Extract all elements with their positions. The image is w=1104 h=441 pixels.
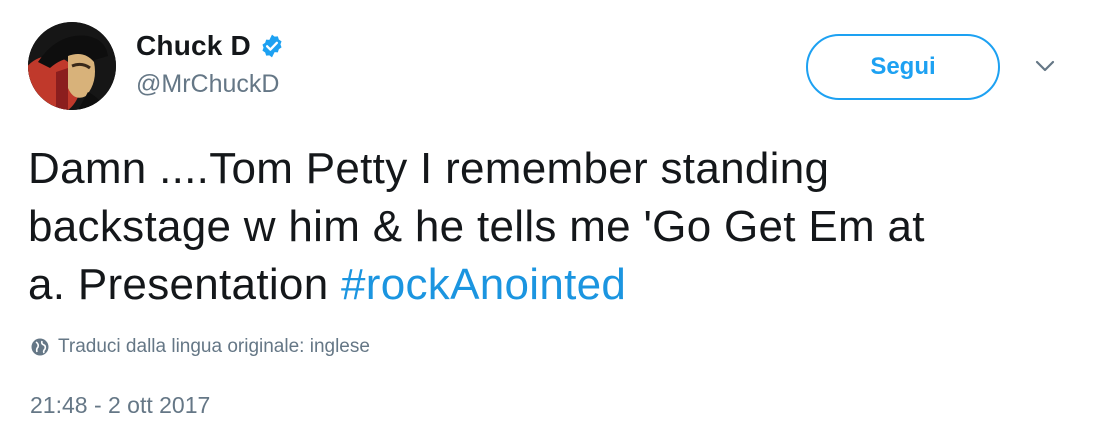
tweet-header: Chuck D @MrChuckD Segui bbox=[28, 22, 1088, 114]
globe-icon bbox=[30, 337, 50, 357]
tweet-timestamp[interactable]: 21:48 - 2 ott 2017 bbox=[30, 392, 210, 419]
chevron-down-icon[interactable] bbox=[1032, 56, 1058, 76]
translate-label: Traduci dalla lingua originale: inglese bbox=[58, 336, 370, 357]
tweet-text-line-2: backstage w him & he tells me 'Go Get Em… bbox=[28, 202, 925, 251]
tweet-text-line-3: a. Presentation bbox=[28, 260, 341, 309]
hashtag-link[interactable]: #rockAnointed bbox=[341, 260, 626, 309]
name-row: Chuck D bbox=[136, 28, 285, 64]
follow-button[interactable]: Segui bbox=[806, 34, 1000, 100]
verified-badge-icon bbox=[259, 33, 285, 59]
user-block: Chuck D @MrChuckD bbox=[136, 28, 285, 99]
user-handle[interactable]: @MrChuckD bbox=[136, 70, 285, 99]
translate-link[interactable]: Traduci dalla lingua originale: inglese bbox=[30, 336, 370, 358]
tweet-text-line-1: Damn ....Tom Petty I remember standing bbox=[28, 144, 830, 193]
avatar[interactable] bbox=[28, 22, 116, 110]
avatar-image bbox=[28, 22, 116, 110]
tweet-text: Damn ....Tom Petty I remember standing b… bbox=[28, 140, 1078, 314]
display-name[interactable]: Chuck D bbox=[136, 30, 251, 62]
tweet-card: Chuck D @MrChuckD Segui Damn ....Tom Pet… bbox=[0, 0, 1104, 441]
